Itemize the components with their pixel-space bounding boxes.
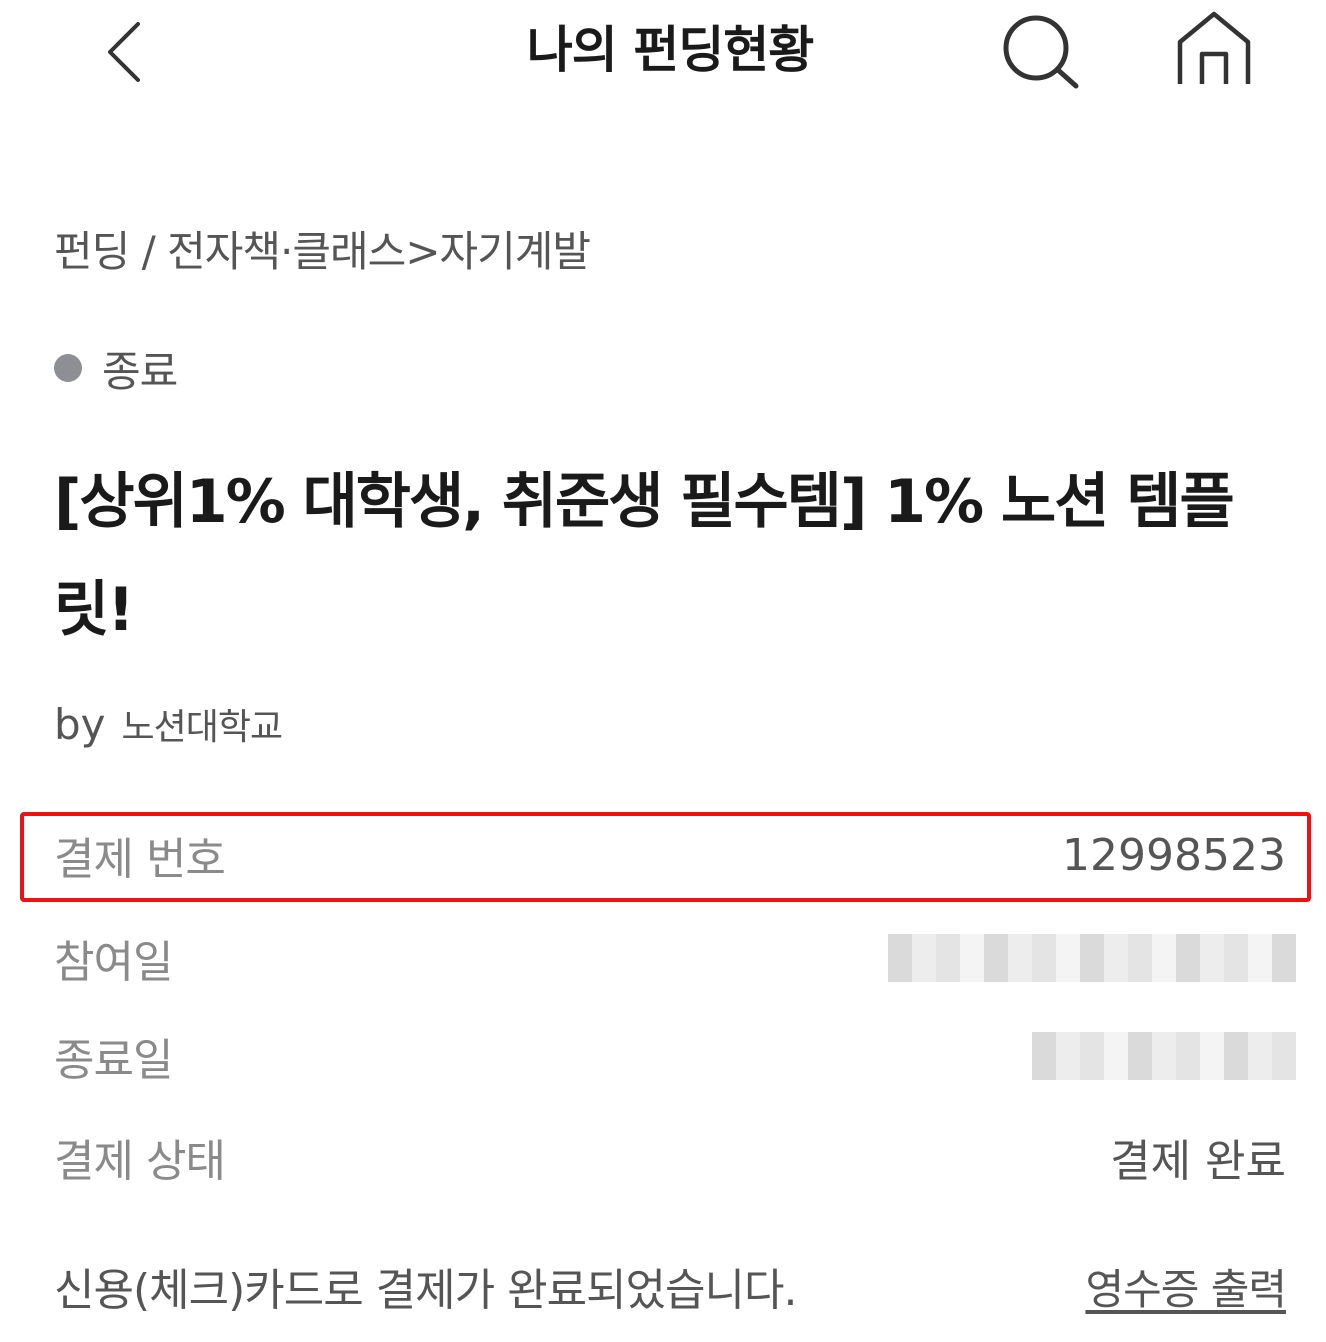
print-receipt-link[interactable]: 영수증 출력 <box>1085 1256 1287 1317</box>
end-date-value-redacted <box>1032 1032 1296 1080</box>
status-badge: 종료 <box>54 336 178 400</box>
join-date-label: 참여일 <box>54 937 173 988</box>
join-date-row: 참여일 <box>54 918 1296 998</box>
home-icon <box>1177 11 1251 84</box>
payment-complete-message: 신용(체크)카드로 결제가 완료되었습니다. <box>54 1265 797 1316</box>
payment-footer: 신용(체크)카드로 결제가 완료되었습니다. 영수증 출력 <box>54 1250 1287 1322</box>
author-name: 노션대학교 <box>121 707 284 748</box>
author-line: by 노션대학교 <box>54 698 284 750</box>
status-dot <box>54 354 82 382</box>
search-icon <box>1003 15 1079 89</box>
end-date-row: 종료일 <box>54 1016 1296 1096</box>
home-button[interactable] <box>1168 8 1260 96</box>
payment-number-label: 결제 번호 <box>54 834 226 885</box>
author-by-label: by <box>54 700 106 749</box>
top-app-bar: 나의 펀딩현황 <box>0 0 1326 110</box>
chevron-left-icon <box>108 22 140 82</box>
payment-status-label: 결제 상태 <box>54 1136 226 1187</box>
payment-status-row: 결제 상태 결제 완료 <box>54 1117 1286 1197</box>
payment-number-value: 12998523 <box>1062 829 1286 881</box>
breadcrumb: 펀딩 / 전자책·클래스>자기계발 <box>54 227 591 276</box>
back-button[interactable] <box>92 14 162 90</box>
join-date-value-redacted <box>888 934 1296 982</box>
page-title: 나의 펀딩현황 <box>526 21 814 79</box>
status-label: 종료 <box>102 346 178 396</box>
payment-number-row: 결제 번호 12998523 <box>54 815 1286 895</box>
payment-status-value: 결제 완료 <box>1110 1136 1286 1187</box>
search-button[interactable] <box>998 10 1086 96</box>
project-title: [상위1% 대학생, 취준생 필수템] 1% 노션 템플릿! <box>54 467 1235 645</box>
end-date-label: 종료일 <box>54 1035 173 1086</box>
